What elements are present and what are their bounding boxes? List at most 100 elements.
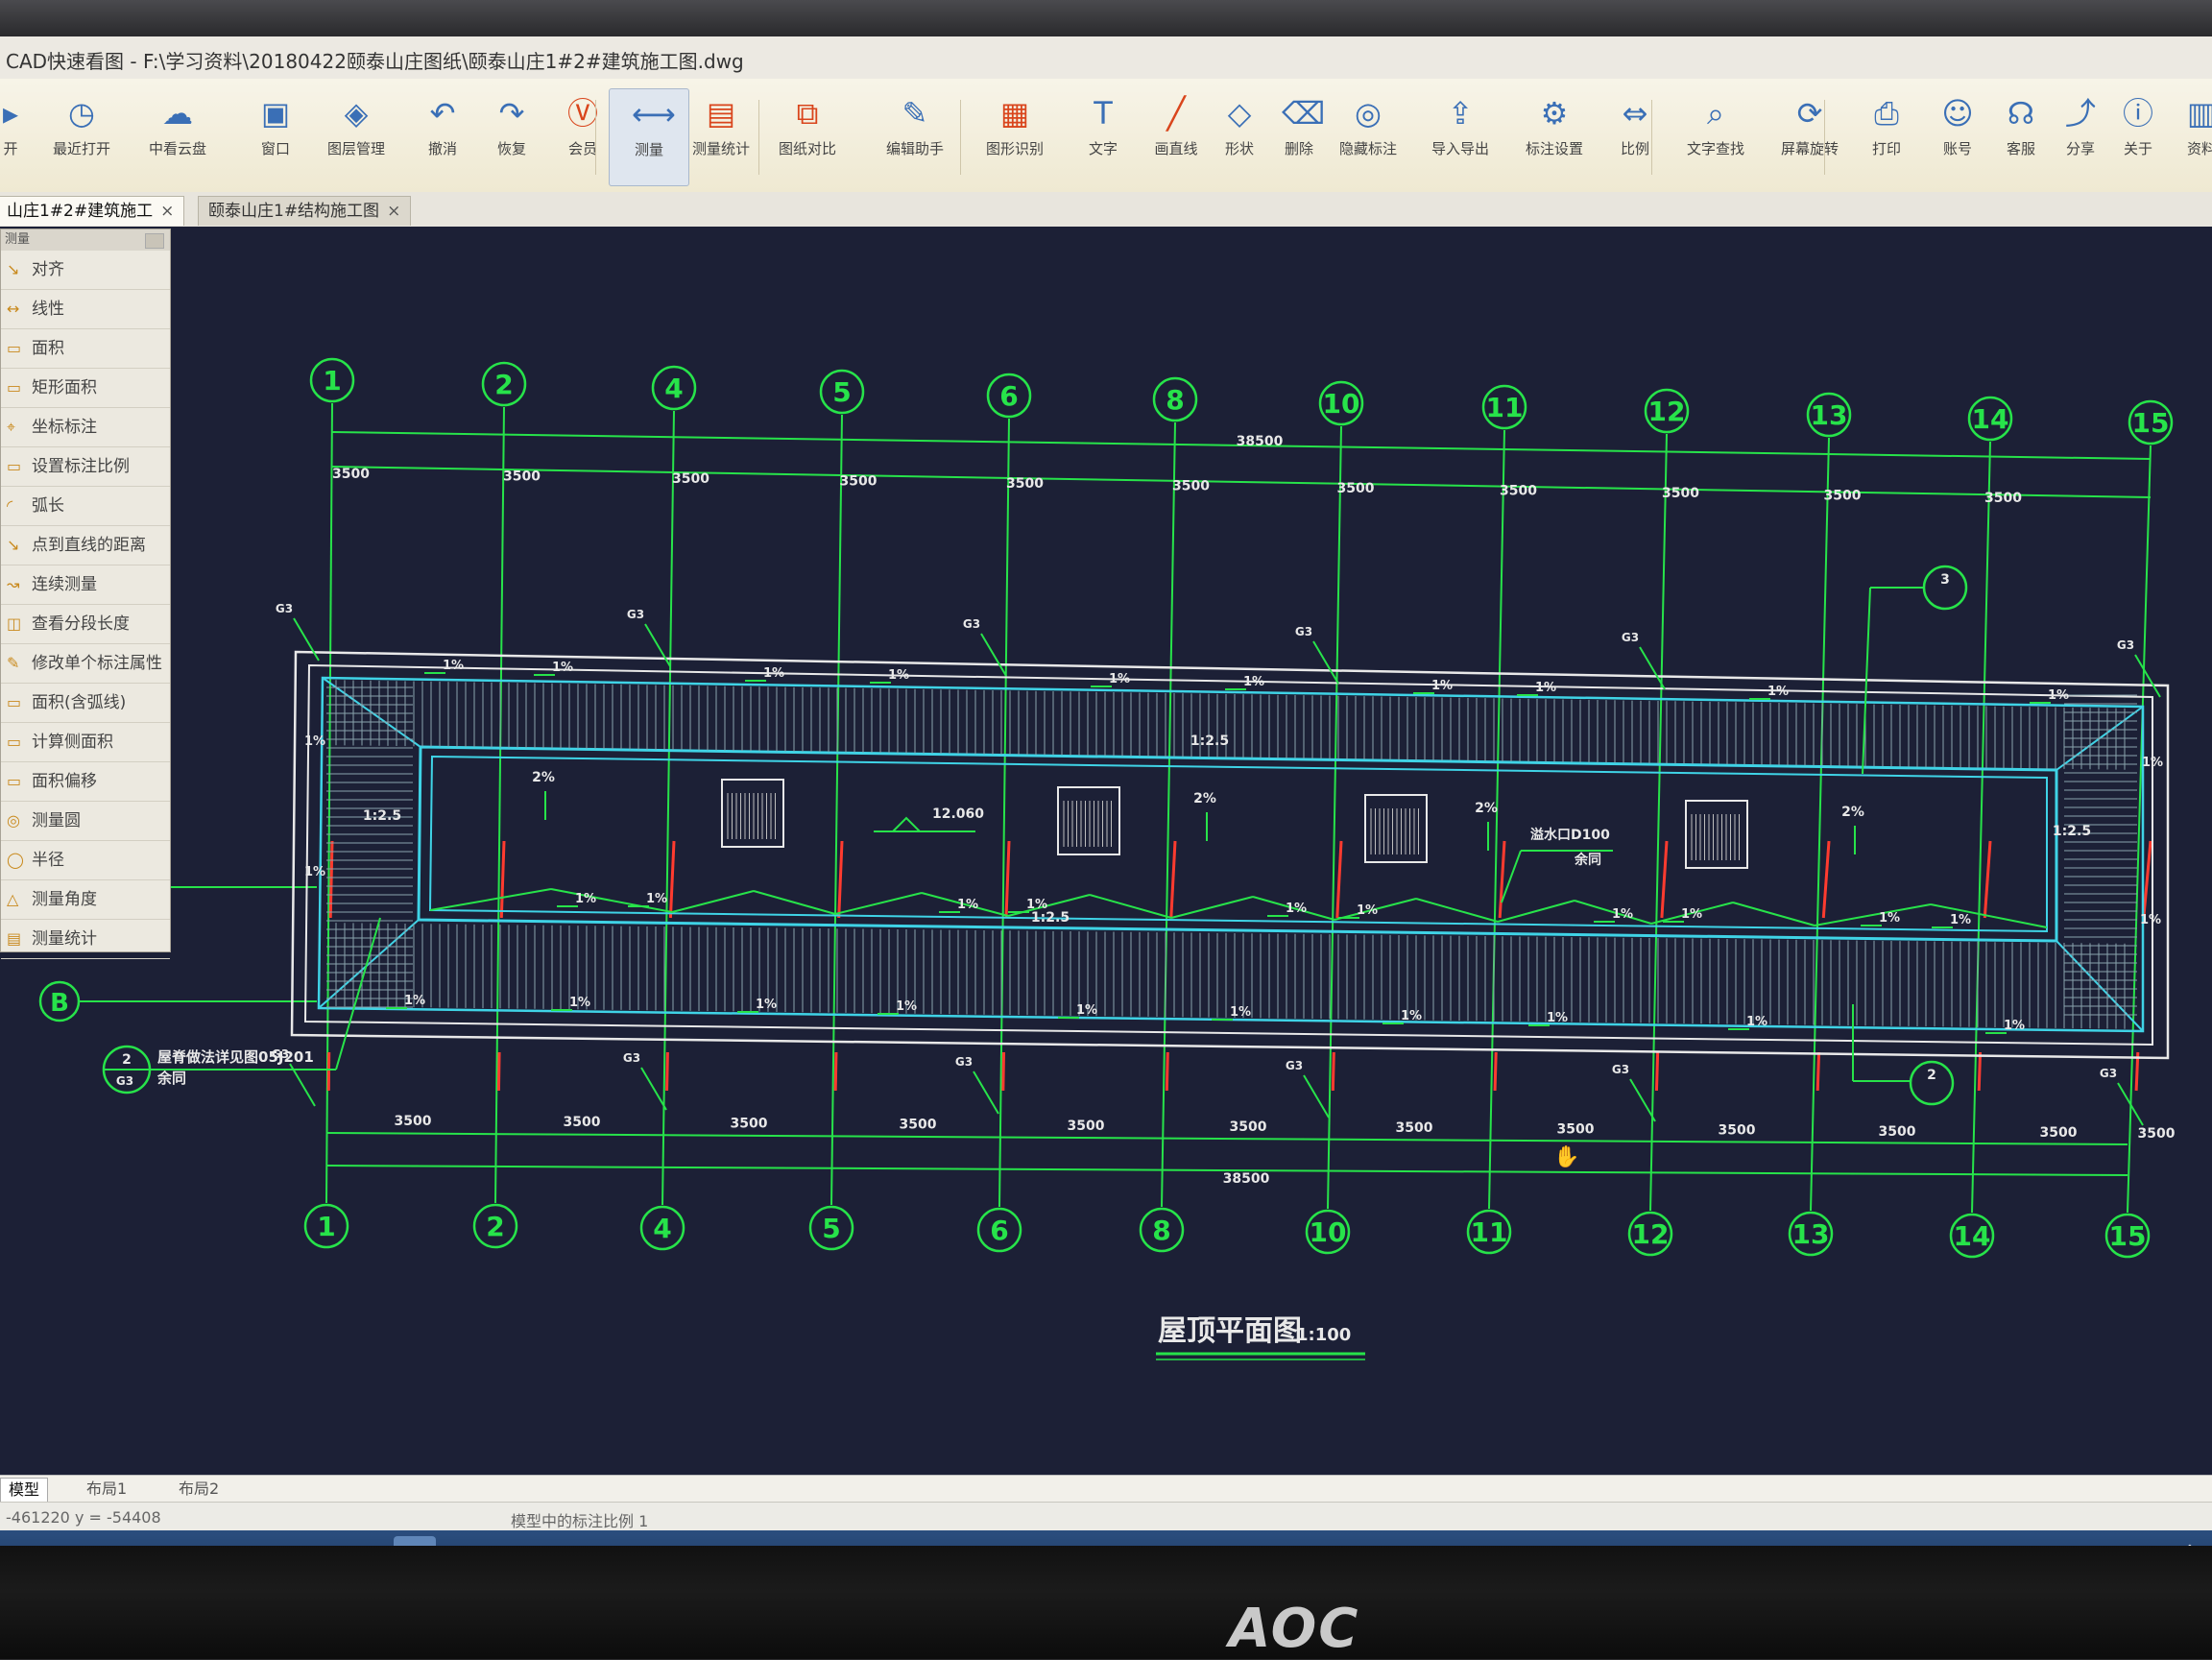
docs-button[interactable]: ▥资料	[2162, 88, 2212, 184]
slope-label: 1%	[1076, 1003, 1097, 1018]
recent-button[interactable]: ◷最近打开	[42, 88, 121, 184]
close-icon[interactable]: ×	[387, 202, 400, 221]
eraser-button[interactable]: ⌫删除	[1260, 88, 1338, 184]
edit-helper-button[interactable]: ✎编辑助手	[876, 88, 954, 184]
compare-icon: ⧉	[790, 96, 825, 131]
dimension-text: 3500	[2040, 1125, 2078, 1141]
slope-label: 1%	[1547, 1011, 1568, 1025]
axis-label: 6	[999, 380, 1018, 412]
measure-stats-icon: ▤	[704, 96, 738, 131]
shape-icon: ◇	[1222, 96, 1257, 131]
tab-layout1[interactable]: 布局1	[86, 1478, 127, 1501]
drawing-title: 屋顶平面图	[1158, 1314, 1302, 1348]
axis-label: 11	[1486, 392, 1524, 423]
measure-tool-item[interactable]: ▭面积(含弧线)	[1, 684, 170, 723]
roof-plan-drawing[interactable]: 124568101112131415124568101112131415B385…	[0, 227, 2212, 1475]
slope-label: 2%	[1841, 805, 1864, 820]
compare-button[interactable]: ⧉图纸对比	[768, 88, 847, 184]
slope-label: 1%	[443, 659, 464, 673]
tab-structure-drawing[interactable]: 颐泰山庄1#结构施工图×	[198, 196, 411, 226]
dimension-text: 3500	[731, 1116, 768, 1131]
roof-drain-label: G3	[1612, 1063, 1629, 1076]
axis-label: 11	[1471, 1216, 1508, 1248]
measure-tool-icon: ▭	[7, 369, 32, 407]
measure-tool-item[interactable]: ↘点到直线的距离	[1, 526, 170, 565]
measure-tool-icon: ◫	[7, 605, 32, 643]
axis-red-segment	[330, 841, 332, 918]
text-button[interactable]: T文字	[1064, 88, 1142, 184]
roof-drain-label: G3	[627, 608, 644, 621]
find-text-button[interactable]: ⌕文字查找	[1676, 88, 1755, 184]
measure-icon: ⟷	[632, 97, 666, 132]
measure-tool-item[interactable]: ▭面积偏移	[1, 762, 170, 802]
toolbar-button-label: 图层管理	[317, 138, 396, 158]
measure-tool-item[interactable]: ▭计算侧面积	[1, 723, 170, 762]
slope-ratio-label: 1:2.5	[1031, 910, 1070, 926]
toolbar-button-label: 隐藏标注	[1329, 138, 1407, 158]
measure-tool-item[interactable]: ↘对齐	[1, 251, 170, 290]
rotate-screen-button[interactable]: ⟳屏幕旋转	[1770, 88, 1849, 184]
callout-note: 余同	[156, 1070, 186, 1087]
scale-button[interactable]: ⇔比例	[1596, 88, 1674, 184]
axis-red-segment	[1662, 841, 1667, 918]
window-button[interactable]: ▣窗口	[236, 88, 315, 184]
measure-tool-label: 测量圆	[32, 811, 81, 830]
measure-tool-label: 测量角度	[32, 890, 97, 909]
drain-leader	[981, 634, 1006, 676]
axis-red-segment	[1500, 841, 1504, 918]
measure-tool-item[interactable]: ◜弧长	[1, 487, 170, 526]
recognize-button[interactable]: ▦图形识别	[975, 88, 1054, 184]
measure-tool-item[interactable]: ◫查看分段长度	[1, 605, 170, 644]
measure-tool-item[interactable]: △测量角度	[1, 880, 170, 920]
measure-button[interactable]: ⟷测量	[609, 88, 689, 186]
roof-valley-line	[430, 889, 551, 910]
measure-tool-item[interactable]: ⌖坐标标注	[1, 408, 170, 447]
measure-tool-item[interactable]: ▭面积	[1, 329, 170, 369]
print-button[interactable]: ⎙打印	[1847, 88, 1926, 184]
toolbar-separator	[595, 100, 596, 175]
measure-tool-item[interactable]: ↝连续测量	[1, 565, 170, 605]
line-icon: ╱	[1159, 96, 1193, 131]
toolbar-button-label: 比例	[1596, 138, 1674, 158]
annotation-settings-button[interactable]: ⚙标注设置	[1515, 88, 1594, 184]
drawing-canvas[interactable]: 124568101112131415124568101112131415B385…	[0, 227, 2212, 1475]
axis-label: 15	[2132, 407, 2170, 439]
pin-icon[interactable]	[145, 233, 164, 249]
measure-tool-item[interactable]: ✎修改单个标注属性	[1, 644, 170, 684]
axis-red-segment	[1171, 841, 1175, 918]
tab-model[interactable]: 模型	[0, 1478, 48, 1503]
dimension-text: 3500	[503, 469, 541, 485]
roof-drain-label: G3	[276, 602, 293, 615]
hide-button[interactable]: ◎隐藏标注	[1329, 88, 1407, 184]
axis-label: 2	[486, 1211, 504, 1242]
measure-tool-item[interactable]: ↔线性	[1, 290, 170, 329]
tab-layout2[interactable]: 布局2	[179, 1478, 219, 1501]
account-icon: ☺	[1940, 96, 1975, 131]
callout-number: 2	[122, 1052, 132, 1068]
tab-building-drawing[interactable]: 山庄1#2#建筑施工×	[0, 196, 184, 226]
toolbar-button-label: 文字查找	[1676, 138, 1755, 158]
roof-parapet-outline	[305, 665, 2152, 1045]
axis-red-segment	[1817, 1052, 1818, 1091]
cloud-button[interactable]: ☁中看云盘	[138, 88, 217, 184]
slope-label: 1%	[646, 892, 667, 906]
dimension-text: 3500	[1984, 491, 2022, 506]
measure-tool-item[interactable]: ◎测量圆	[1, 802, 170, 841]
measure-tool-item[interactable]: ▭矩形面积	[1, 369, 170, 408]
undo-button[interactable]: ↶撤消	[403, 88, 482, 184]
slope-label: 1%	[1230, 1005, 1251, 1020]
slope-label: 1%	[404, 994, 425, 1008]
measure-tool-item[interactable]: ▤测量统计	[1, 920, 170, 959]
measure-tool-item[interactable]: ◯半径	[1, 841, 170, 880]
drain-leader	[641, 1068, 666, 1110]
recognize-icon: ▦	[998, 96, 1032, 131]
import-export-button[interactable]: ⇪导入导出	[1421, 88, 1500, 184]
measure-stats-button[interactable]: ▤测量统计	[682, 88, 760, 184]
redo-icon: ↷	[494, 96, 529, 131]
close-icon[interactable]: ×	[160, 202, 174, 221]
measure-tool-icon: ◎	[7, 802, 32, 840]
callout-ref: G3	[116, 1074, 133, 1088]
layers-button[interactable]: ◈图层管理	[317, 88, 396, 184]
redo-button[interactable]: ↷恢复	[472, 88, 551, 184]
measure-tool-item[interactable]: ▭设置标注比例	[1, 447, 170, 487]
